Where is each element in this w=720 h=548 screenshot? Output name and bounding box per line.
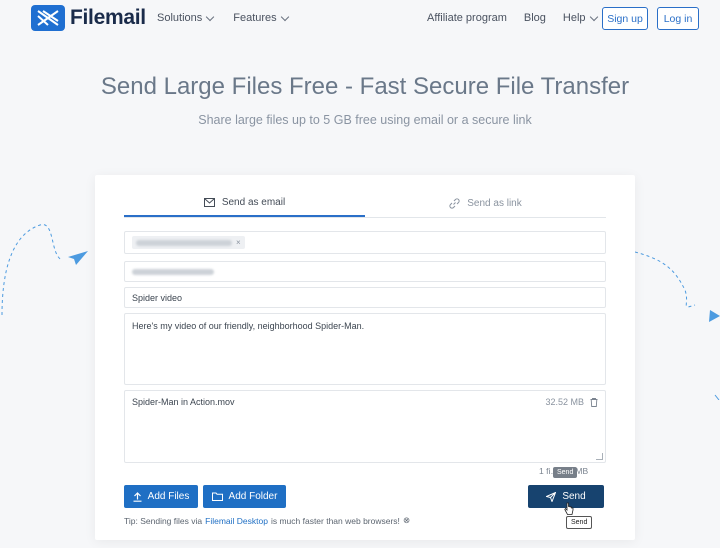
tip-suffix: is much faster than web browsers! — [270, 515, 400, 526]
send-label: Send — [562, 491, 586, 502]
nav-features[interactable]: Features — [233, 12, 289, 24]
trash-icon[interactable] — [590, 397, 598, 407]
nav-left: Solutions Features — [157, 12, 289, 24]
filemail-desktop-link[interactable]: Filemail Desktop — [205, 516, 268, 526]
chevron-down-icon — [280, 12, 289, 21]
add-folder-label: Add Folder — [228, 491, 278, 502]
chevron-down-icon — [206, 12, 215, 21]
nav-help[interactable]: Help — [562, 12, 598, 24]
nav-affiliate-label: Affiliate program — [427, 12, 507, 24]
paper-plane-right-decoration — [635, 251, 720, 400]
tip-prefix: Tip: Sending files via — [124, 515, 203, 526]
message-field[interactable]: Here's my video of our friendly, neighbo… — [124, 313, 606, 385]
link-icon — [449, 198, 460, 209]
recipient-chip: × — [132, 236, 245, 249]
hand-cursor-icon — [564, 502, 574, 515]
tab-send-as-link[interactable]: Send as link — [365, 190, 606, 217]
chevron-down-icon — [589, 12, 598, 21]
subject-value: Spider video — [132, 292, 183, 303]
page-subtitle: Share large files up to 5 GB free using … — [198, 113, 532, 127]
top-nav: Filemail Solutions Features Affiliate pr… — [0, 0, 720, 38]
nav-blog-label: Blog — [523, 12, 546, 24]
resize-handle[interactable] — [596, 453, 603, 460]
add-files-button[interactable]: Add Files — [124, 485, 198, 508]
nav-solutions-label: Solutions — [157, 12, 203, 24]
paper-plane-icon — [546, 491, 557, 502]
recipient-email-redacted — [136, 239, 232, 246]
file-item: Spider-Man in Action.mov 32.52 MB — [132, 397, 598, 407]
add-files-label: Add Files — [147, 491, 190, 502]
brand-name: Filemail — [70, 6, 146, 29]
file-meta: 32.52 MB — [545, 397, 598, 407]
sender-email-field[interactable] — [124, 261, 606, 282]
send-tooltip-top: Send — [553, 467, 578, 478]
signup-button[interactable]: Sign up — [602, 7, 648, 30]
subject-field[interactable]: Spider video — [124, 287, 606, 308]
file-size: 32.52 MB — [545, 397, 584, 407]
tab-send-as-email-label: Send as email — [221, 197, 286, 208]
send-tooltip-bottom: Send — [566, 516, 593, 529]
nav-help-label: Help — [562, 12, 586, 24]
desktop-tip: Tip: Sending files via Filemail Desktop … — [124, 515, 410, 526]
file-list: Spider-Man in Action.mov 32.52 MB — [124, 390, 606, 463]
nav-features-label: Features — [233, 12, 277, 24]
tab-send-as-email[interactable]: Send as email — [124, 190, 365, 217]
envelope-icon — [203, 198, 215, 207]
page-title: Send Large Files Free - Fast Secure File… — [100, 73, 630, 100]
nav-affiliate[interactable]: Affiliate program — [427, 12, 507, 24]
nav-solutions[interactable]: Solutions — [157, 12, 215, 24]
transfer-card: Send as email Send as link × Spider vide… — [95, 175, 635, 540]
login-button[interactable]: Log in — [657, 7, 699, 30]
message-value: Here's my video of our friendly, neighbo… — [132, 321, 365, 331]
file-name: Spider-Man in Action.mov — [132, 397, 235, 407]
upload-icon — [133, 491, 142, 502]
filemail-logo-icon — [31, 5, 65, 31]
folder-icon — [211, 492, 223, 501]
close-tip-icon[interactable]: ⊗ — [403, 515, 410, 526]
send-mode-tabs: Send as email Send as link — [124, 190, 606, 218]
tab-send-as-link-label: Send as link — [467, 198, 522, 209]
recipient-field[interactable]: × — [124, 231, 606, 254]
filemail-logo[interactable]: Filemail — [31, 5, 146, 31]
paper-plane-left-decoration — [1, 224, 88, 316]
nav-right: Affiliate program Blog Help — [427, 12, 598, 24]
add-folder-button[interactable]: Add Folder — [203, 485, 286, 508]
sender-email-redacted — [132, 268, 214, 275]
remove-recipient-icon[interactable]: × — [236, 238, 241, 247]
nav-blog[interactable]: Blog — [524, 12, 546, 24]
